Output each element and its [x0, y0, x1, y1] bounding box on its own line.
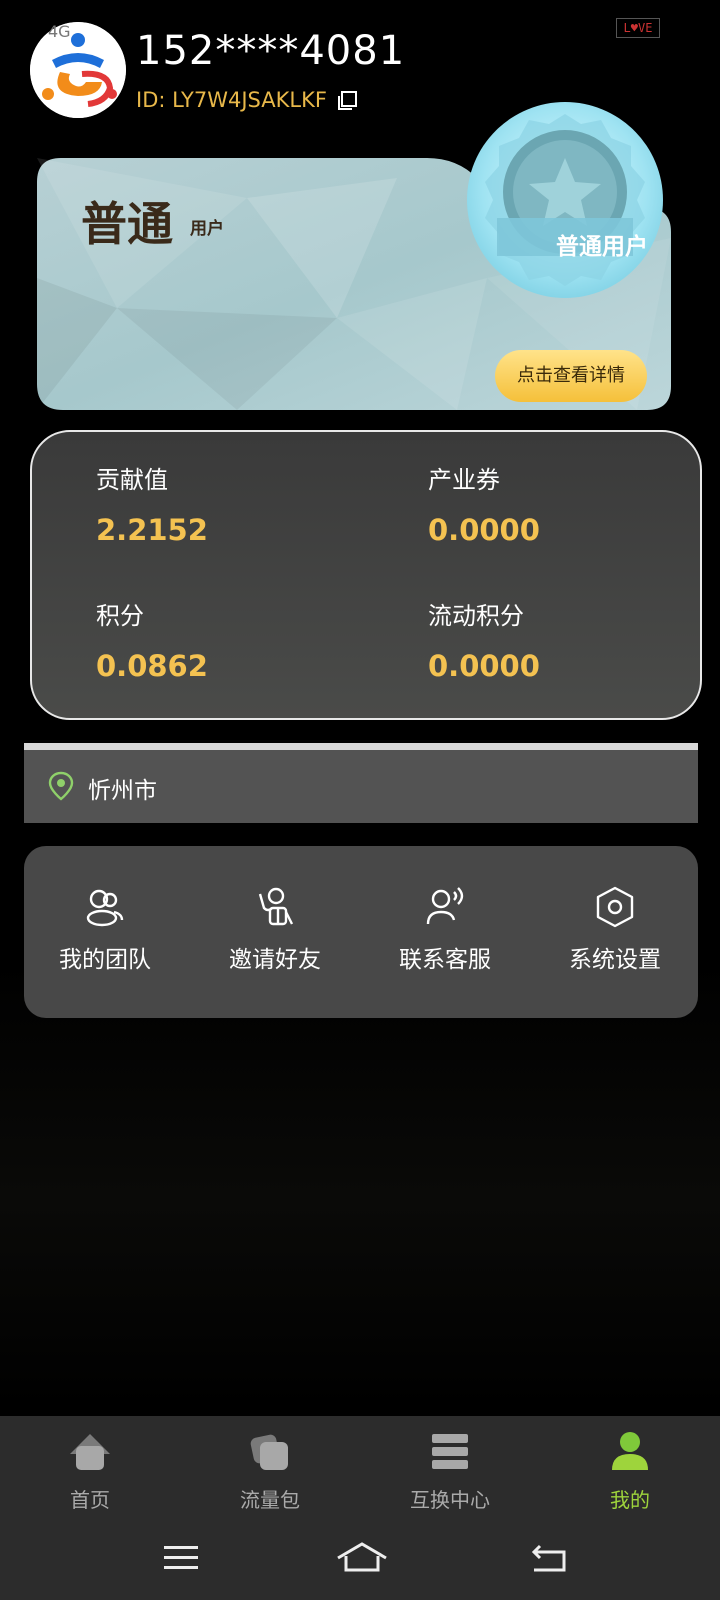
- invite-icon: [258, 887, 294, 926]
- tab-label: 流量包: [240, 1488, 300, 1512]
- service-system-settings[interactable]: 系统设置: [540, 886, 690, 974]
- stat-contribution[interactable]: 贡献值 2.2152: [96, 460, 208, 547]
- service-label: 系统设置: [569, 947, 661, 973]
- tab-label: 我的: [610, 1488, 650, 1512]
- stat-label: 产业券: [428, 466, 500, 494]
- package-icon: [250, 1434, 288, 1470]
- divider: [24, 743, 698, 750]
- team-icon: [86, 889, 124, 927]
- tab-mine[interactable]: 我的: [570, 1430, 690, 1513]
- level-name: 普通: [81, 197, 173, 251]
- tab-label: 互换中心: [410, 1488, 490, 1512]
- stat-points[interactable]: 积分 0.0862: [96, 596, 208, 683]
- tab-home[interactable]: 首页: [30, 1430, 150, 1513]
- stat-value: 0.0862: [96, 649, 208, 683]
- service-invite-friends[interactable]: 邀请好友: [200, 886, 350, 974]
- member-badge-icon: [467, 102, 663, 298]
- view-details-button[interactable]: 点击查看详情: [495, 350, 647, 402]
- service-label: 邀请好友: [229, 947, 321, 973]
- balance-panel: 贡献值 2.2152 产业券 0.0000 积分 0.0862 流动积分 0.0…: [30, 430, 702, 720]
- user-id-value: LY7W4JSAKLKF: [172, 88, 327, 112]
- user-id-label: ID:: [136, 88, 166, 112]
- stat-label: 积分: [96, 602, 144, 630]
- tab-label: 首页: [70, 1488, 110, 1512]
- menu-icon[interactable]: [156, 1538, 206, 1578]
- stat-value: 0.0000: [428, 513, 540, 547]
- location-pin-icon: [48, 771, 74, 801]
- tab-traffic-package[interactable]: 流量包: [210, 1430, 330, 1513]
- service-customer-support[interactable]: 联系客服: [370, 886, 520, 974]
- customer-service-icon: [426, 887, 464, 925]
- city-name: 忻州市: [88, 778, 157, 804]
- stat-value: 2.2152: [96, 513, 208, 547]
- settings-icon: [596, 886, 634, 928]
- app-logo-icon: [30, 22, 126, 118]
- service-label: 我的团队: [59, 947, 151, 973]
- home-nav-icon[interactable]: [334, 1538, 390, 1578]
- stat-value: 0.0000: [428, 649, 540, 683]
- service-grid: 我的团队 邀请好友 联系客服 系统设置: [24, 846, 698, 1018]
- exchange-icon: [432, 1434, 468, 1469]
- tab-exchange-center[interactable]: 互换中心: [390, 1430, 510, 1513]
- profile-icon: [612, 1432, 648, 1470]
- level-suffix: 用户: [190, 219, 224, 239]
- copy-icon[interactable]: [336, 90, 358, 112]
- avatar[interactable]: [30, 22, 126, 118]
- bottom-tab-bar: 首页 流量包 互换中心 我的: [0, 1416, 720, 1600]
- home-icon: [70, 1434, 110, 1470]
- signal-indicator: 4G: [48, 22, 71, 41]
- member-badge-label: 普通用户: [556, 234, 648, 260]
- service-my-team[interactable]: 我的团队: [30, 886, 180, 974]
- stat-label: 贡献值: [96, 466, 168, 494]
- stat-liquid-points[interactable]: 流动积分 0.0000: [428, 596, 540, 683]
- stat-label: 流动积分: [428, 602, 524, 630]
- location-bar[interactable]: 忻州市: [24, 743, 698, 823]
- stat-industry-coupon[interactable]: 产业券 0.0000: [428, 460, 540, 547]
- member-level-card[interactable]: 普通 用户 普通用户 点击查看详情: [37, 102, 685, 416]
- back-icon[interactable]: [524, 1538, 574, 1578]
- user-id: ID: LY7W4JSAKLKF: [136, 88, 327, 112]
- service-label: 联系客服: [399, 947, 491, 973]
- phone-number: 152****4081: [136, 28, 406, 74]
